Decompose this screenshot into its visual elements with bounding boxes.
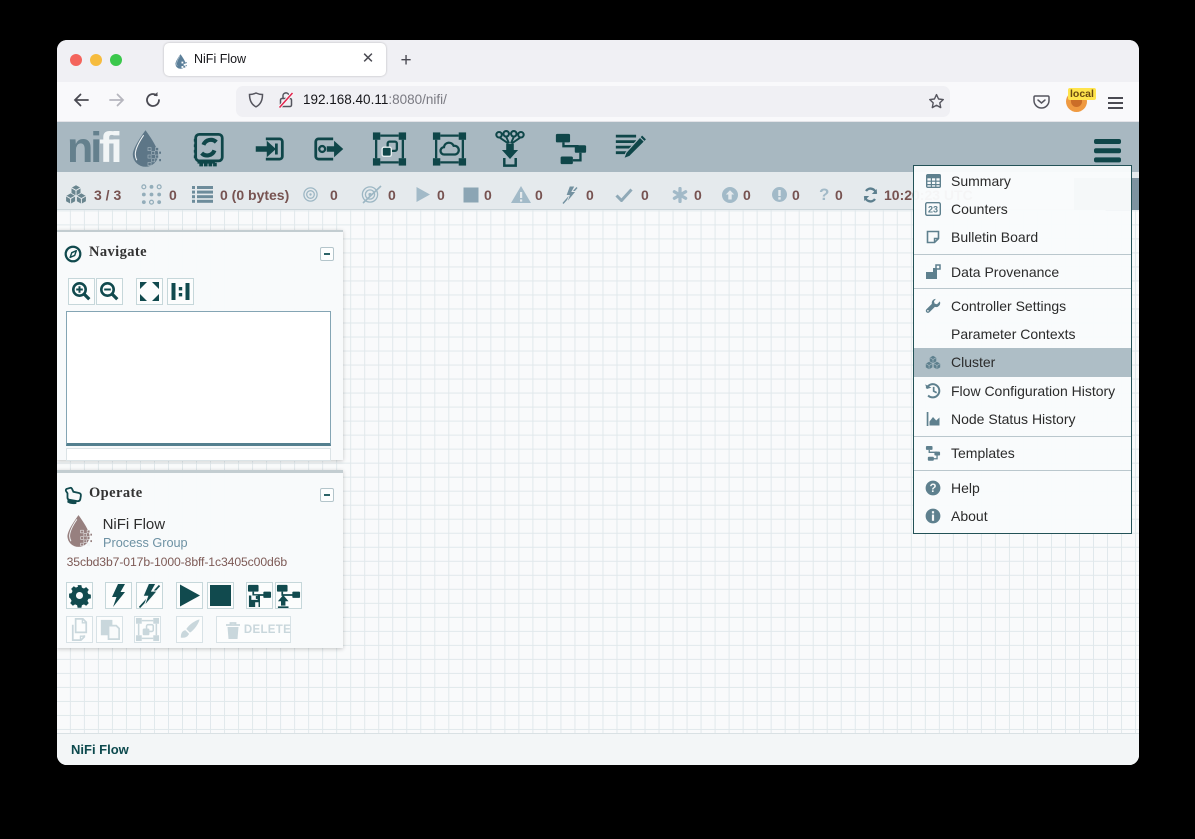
svg-text:23: 23	[928, 204, 938, 214]
svg-text:?: ?	[929, 482, 936, 494]
